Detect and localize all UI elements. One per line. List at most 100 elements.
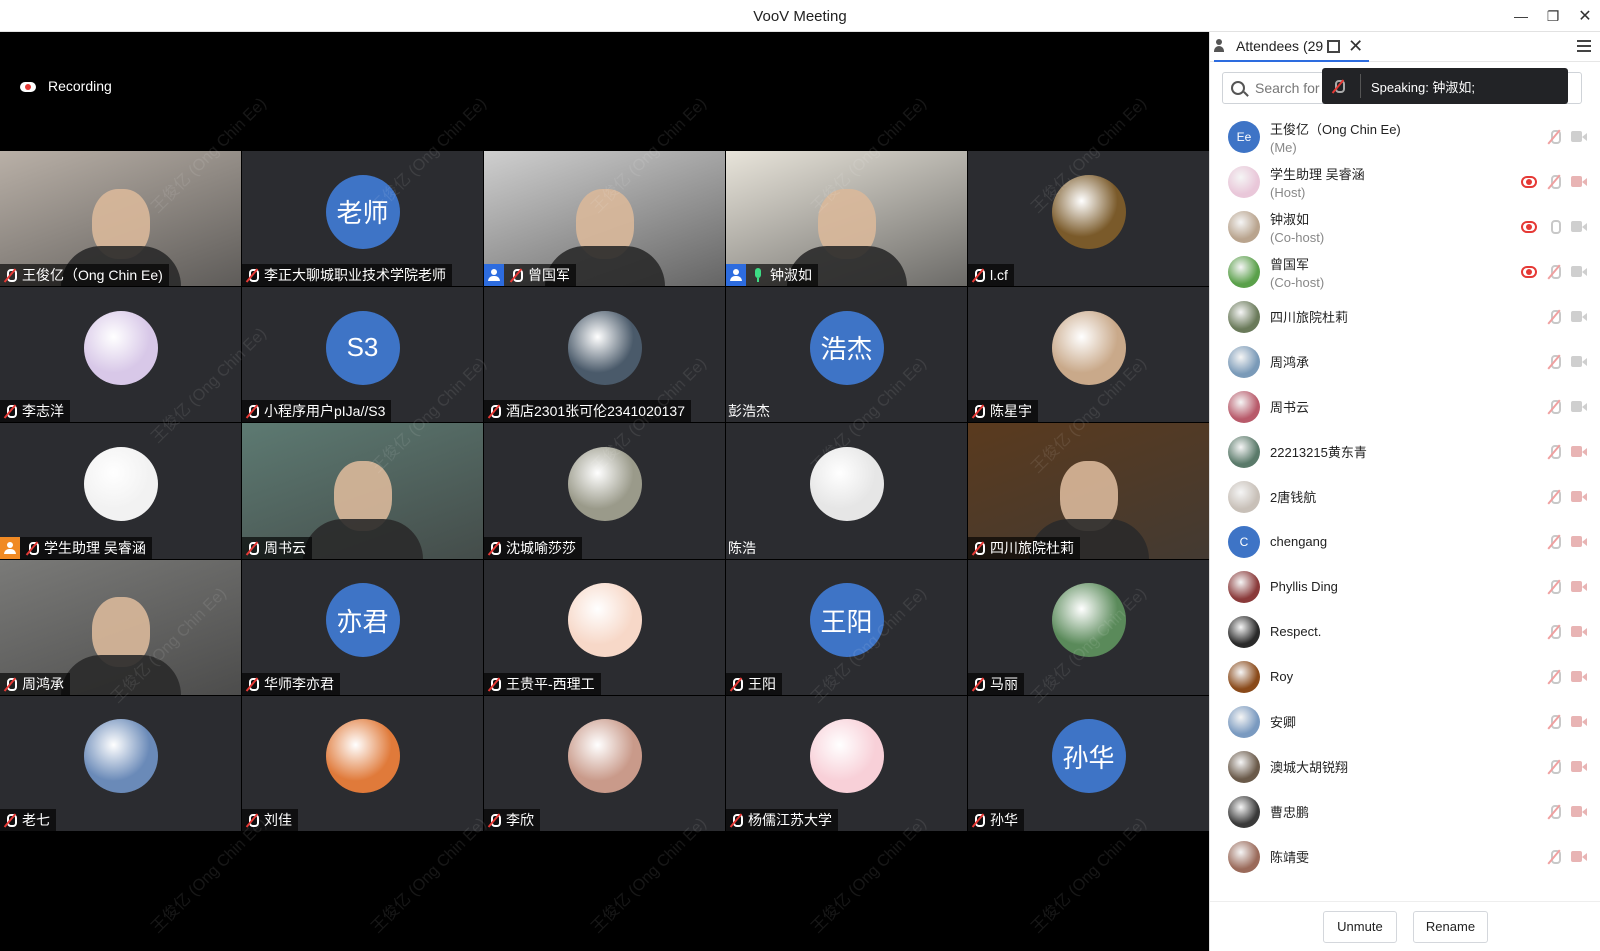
muted-mic-icon[interactable] — [1547, 579, 1561, 595]
attendee-row[interactable]: 陈靖雯 — [1210, 834, 1600, 879]
camera-off-icon[interactable] — [1571, 491, 1587, 502]
attendee-row[interactable]: 学生助理 吴睿涵 (Host) — [1210, 159, 1600, 204]
video-tile[interactable]: 浩杰彭浩杰 — [726, 287, 967, 423]
video-tile[interactable]: 李欣 — [484, 695, 725, 831]
attendee-row[interactable]: Roy — [1210, 654, 1600, 699]
video-tile[interactable]: 曾国军 — [484, 151, 725, 287]
video-tile[interactable]: 孙华 孙华 — [968, 695, 1209, 831]
camera-off-icon[interactable] — [1571, 806, 1587, 817]
attendee-avatar — [1228, 435, 1260, 468]
attendee-row[interactable]: 澳城大胡锐翔 — [1210, 744, 1600, 789]
video-tile[interactable]: 老七 — [0, 695, 241, 831]
muted-mic-icon[interactable] — [1547, 129, 1561, 145]
avatar-initials: S3 — [346, 332, 379, 363]
video-tile[interactable]: 老师 李正大聊城职业技术学院老师 — [242, 151, 483, 287]
video-tile[interactable]: l.cf — [968, 151, 1209, 287]
camera-off-icon[interactable] — [1571, 851, 1587, 862]
restore-button[interactable]: ❐ — [1538, 4, 1568, 28]
camera-off-icon[interactable] — [1571, 446, 1587, 457]
close-window-button[interactable]: ✕ — [1570, 4, 1600, 28]
camera-icon[interactable] — [1571, 221, 1587, 232]
video-stage: Recording 王俊亿（Ong Chin Ee) 老师 李正大聊城职业技术学院老… — [0, 32, 1209, 951]
muted-mic-icon[interactable] — [1547, 354, 1561, 370]
attendee-row[interactable]: Cchengang — [1210, 519, 1600, 564]
close-panel-icon[interactable]: ✕ — [1348, 36, 1363, 57]
camera-icon[interactable] — [1571, 356, 1587, 367]
video-tile[interactable]: 周书云 — [242, 423, 483, 559]
attendee-row[interactable]: 曹忠鹏 — [1210, 789, 1600, 834]
recording-indicator[interactable]: Recording — [20, 78, 112, 94]
video-tile[interactable]: 李志洋 — [0, 287, 241, 423]
video-tile[interactable]: 陈浩 — [726, 423, 967, 559]
camera-off-icon[interactable] — [1571, 716, 1587, 727]
attendee-name: 曹忠鹏 — [1270, 805, 1310, 820]
attendee-row[interactable]: 周书云 — [1210, 384, 1600, 429]
rename-button[interactable]: Rename — [1412, 910, 1489, 943]
attendee-row[interactable]: Respect. — [1210, 609, 1600, 654]
video-tile[interactable]: 学生助理 吴睿涵 — [0, 423, 241, 559]
attendee-name-block: 王俊亿（Ong Chin Ee) (Me) — [1270, 119, 1401, 155]
attendee-row[interactable]: 2唐钱航 — [1210, 474, 1600, 519]
camera-off-icon[interactable] — [1571, 761, 1587, 772]
video-tile[interactable]: 王俊亿（Ong Chin Ee) — [0, 151, 241, 287]
video-tile[interactable]: 周鸿承 — [0, 559, 241, 695]
attendee-name-block: 安卿 — [1270, 712, 1296, 731]
mic-icon[interactable] — [1547, 219, 1561, 235]
attendee-row[interactable]: 曾国军 (Co-host) — [1210, 249, 1600, 294]
camera-icon[interactable] — [1571, 311, 1587, 322]
minimize-button[interactable]: — — [1506, 4, 1536, 28]
attendee-row[interactable]: Ee 王俊亿（Ong Chin Ee) (Me) — [1210, 114, 1600, 159]
video-tile[interactable]: 亦君 华师李亦君 — [242, 559, 483, 695]
muted-mic-icon[interactable] — [1547, 534, 1561, 550]
attendee-row[interactable]: Phyllis Ding — [1210, 564, 1600, 609]
camera-off-icon[interactable] — [1571, 176, 1587, 187]
camera-off-icon[interactable] — [1571, 581, 1587, 592]
muted-mic-icon[interactable] — [1547, 804, 1561, 820]
attendee-row[interactable]: 周鸿承 — [1210, 339, 1600, 384]
attendee-row[interactable]: 钟淑如 (Co-host) — [1210, 204, 1600, 249]
participant-avatar: 浩杰 — [809, 310, 884, 385]
muted-mic-icon[interactable] — [1547, 849, 1561, 865]
muted-mic-icon[interactable] — [1547, 174, 1561, 190]
video-tile[interactable]: 酒店2301张可伦2341020137 — [484, 287, 725, 423]
muted-mic-icon[interactable] — [1547, 489, 1561, 505]
video-tile[interactable]: S3 小程序用户pIJa//S3 — [242, 287, 483, 423]
attendee-row[interactable]: 四川旅院杜莉 — [1210, 294, 1600, 339]
camera-off-icon[interactable] — [1571, 671, 1587, 682]
camera-icon[interactable] — [1571, 401, 1587, 412]
camera-icon[interactable] — [1571, 131, 1587, 142]
camera-off-icon[interactable] — [1571, 626, 1587, 637]
video-tile[interactable]: 沈城喻莎莎 — [484, 423, 725, 559]
muted-mic-icon[interactable] — [1547, 759, 1561, 775]
muted-mic-icon[interactable] — [1547, 444, 1561, 460]
video-tile[interactable]: 王阳 王阳 — [726, 559, 967, 695]
tab-attendees[interactable]: Attendees (29 ✕ — [1214, 32, 1370, 62]
participant-name: 彭浩杰 — [728, 403, 770, 420]
attendee-status-icons — [1547, 654, 1587, 699]
muted-mic-icon[interactable] — [1547, 624, 1561, 640]
video-tile[interactable]: 四川旅院杜莉 — [968, 423, 1209, 559]
video-tile[interactable]: 钟淑如 — [726, 151, 967, 287]
muted-mic-icon[interactable] — [1547, 669, 1561, 685]
video-tile[interactable]: 马丽 — [968, 559, 1209, 695]
video-tile[interactable]: 刘佳 — [242, 695, 483, 831]
attendee-row[interactable]: 安卿 — [1210, 699, 1600, 744]
unmute-button[interactable]: Unmute — [1322, 910, 1397, 943]
video-tile[interactable]: 王贵平-西理工 — [484, 559, 725, 695]
attendee-row[interactable]: 22213215黄东青 — [1210, 429, 1600, 474]
camera-icon[interactable] — [1571, 266, 1587, 277]
panel-footer: Unmute Rename — [1210, 901, 1600, 951]
popout-icon[interactable] — [1327, 39, 1341, 53]
participant-name-tag: 李志洋 — [0, 400, 70, 423]
video-tile[interactable]: 杨儒江苏大学 — [726, 695, 967, 831]
attendee-status-icons — [1547, 564, 1587, 609]
attendee-status-icons — [1547, 294, 1587, 339]
camera-off-icon[interactable] — [1571, 536, 1587, 547]
video-tile[interactable]: 陈星宇 — [968, 287, 1209, 423]
muted-mic-icon[interactable] — [1547, 399, 1561, 415]
menu-icon[interactable] — [1577, 40, 1591, 52]
muted-mic-icon[interactable] — [1547, 264, 1561, 280]
attendee-name: 学生助理 吴睿涵 — [1270, 166, 1365, 182]
muted-mic-icon[interactable] — [1547, 309, 1561, 325]
muted-mic-icon[interactable] — [1547, 714, 1561, 730]
